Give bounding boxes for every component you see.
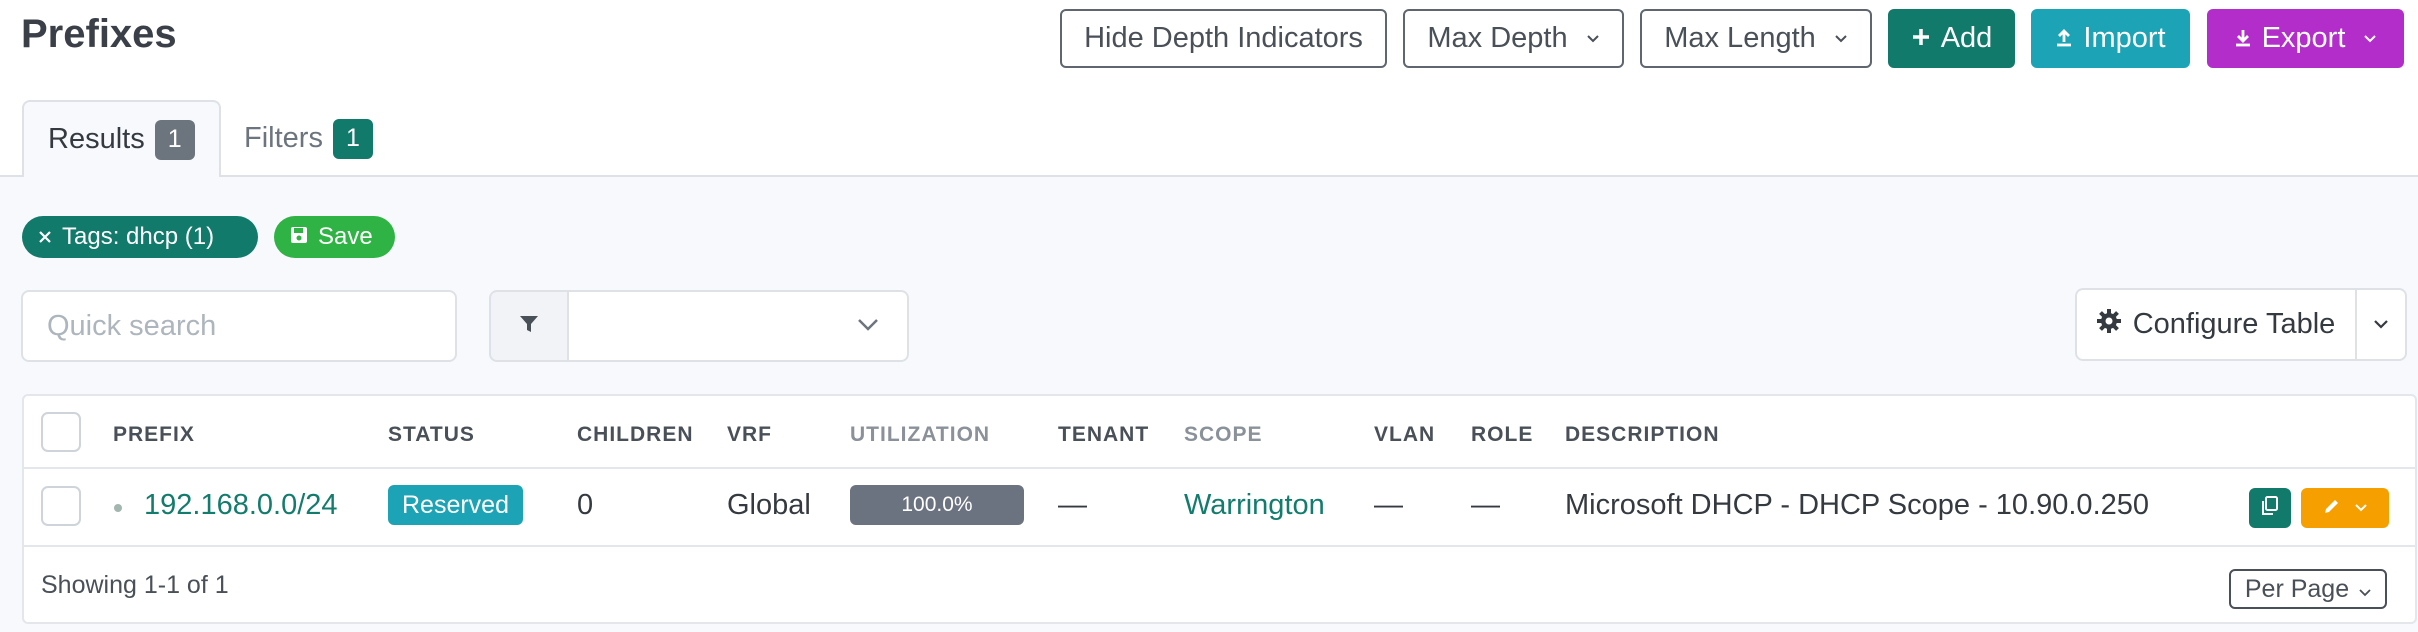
export-button[interactable]: Export xyxy=(2207,9,2404,68)
per-page-label: Per Page xyxy=(2244,574,2350,603)
row-select-checkbox[interactable] xyxy=(41,486,81,526)
column-header-scope: SCOPE xyxy=(1184,423,1263,446)
scope-link[interactable]: Warrington xyxy=(1184,489,1325,522)
status-badge: Reserved xyxy=(388,485,523,525)
column-header-role[interactable]: ROLE xyxy=(1471,423,1533,447)
tenant-value: — xyxy=(1058,489,1087,521)
pencil-icon xyxy=(2323,497,2341,520)
chevron-down-icon xyxy=(2359,575,2371,604)
column-header-utilization: UTILIZATION xyxy=(850,423,991,446)
role-value: — xyxy=(1471,489,1500,521)
utilization-value: 100.0% xyxy=(901,493,973,516)
table-row: 192.168.0.0/24 Reserved 0 Global 100.0% … xyxy=(24,469,2415,547)
chevron-down-icon xyxy=(1834,28,1848,49)
hide-depth-label: Hide Depth Indicators xyxy=(1084,22,1363,54)
select-all-checkbox[interactable] xyxy=(41,412,81,452)
max-length-dropdown[interactable]: Max Length xyxy=(1640,9,1872,68)
children-count: 0 xyxy=(577,489,594,521)
active-filter-tag-dhcp[interactable]: Tags: dhcp (1) xyxy=(22,216,258,258)
chevron-down-icon xyxy=(857,318,879,337)
save-label: Save xyxy=(318,223,373,250)
filters-count-badge: 1 xyxy=(332,118,373,159)
configure-table-button[interactable]: Configure Table xyxy=(2075,288,2357,361)
tab-filters[interactable]: Filters 1 xyxy=(220,100,397,177)
column-header-tenant[interactable]: TENANT xyxy=(1058,423,1149,447)
add-label: Add xyxy=(1940,22,1993,54)
configure-table-label: Configure Table xyxy=(2132,308,2336,340)
column-header-status[interactable]: STATUS xyxy=(388,423,475,447)
chevron-down-icon xyxy=(2373,316,2389,334)
prefix-link[interactable]: 192.168.0.0/24 xyxy=(144,489,338,522)
saved-filter-selector xyxy=(489,290,909,362)
filter-tag-label: Tags: dhcp (1) xyxy=(62,223,215,250)
depth-indicator-dot xyxy=(114,504,122,512)
column-header-vlan[interactable]: VLAN xyxy=(1374,423,1435,447)
prefixes-table: PREFIX STATUS CHILDREN VRF UTILIZATION T… xyxy=(22,394,2417,624)
description-value: Microsoft DHCP - DHCP Scope - 10.90.0.25… xyxy=(1565,489,2150,521)
edit-button[interactable] xyxy=(2301,488,2389,528)
export-label: Export xyxy=(2261,22,2346,54)
clone-button[interactable] xyxy=(2249,488,2291,528)
configure-table-dropdown-toggle[interactable] xyxy=(2357,288,2407,361)
tab-filters-label: Filters xyxy=(244,122,323,154)
table-footer: Showing 1-1 of 1 Per Page xyxy=(24,549,2415,624)
table-header-row: PREFIX STATUS CHILDREN VRF UTILIZATION T… xyxy=(24,396,2415,469)
max-depth-dropdown[interactable]: Max Depth xyxy=(1403,9,1624,68)
upload-icon xyxy=(2055,22,2073,55)
close-icon[interactable] xyxy=(38,223,52,251)
import-button[interactable]: Import xyxy=(2031,9,2190,68)
tab-results[interactable]: Results 1 xyxy=(22,100,221,179)
results-panel: Tags: dhcp (1) Save Quick search Configu… xyxy=(0,177,2418,632)
save-filter-button[interactable]: Save xyxy=(274,216,395,258)
configure-table-group: Configure Table xyxy=(2075,288,2407,361)
chevron-down-icon xyxy=(2355,499,2367,517)
plus-icon xyxy=(1911,22,1931,55)
per-page-dropdown[interactable]: Per Page xyxy=(2229,569,2387,609)
filter-funnel-icon xyxy=(518,313,540,340)
floppy-disk-icon xyxy=(290,223,308,251)
copy-icon xyxy=(2261,495,2279,521)
column-header-prefix[interactable]: PREFIX xyxy=(113,423,195,447)
gear-icon xyxy=(2096,308,2121,341)
quick-search-input[interactable] xyxy=(21,290,457,362)
column-header-description[interactable]: DESCRIPTION xyxy=(1565,423,1720,447)
vrf-value: Global xyxy=(727,489,811,521)
tab-results-label: Results xyxy=(48,123,145,155)
hide-depth-indicators-button[interactable]: Hide Depth Indicators xyxy=(1060,9,1387,68)
showing-count: Showing 1-1 of 1 xyxy=(41,571,229,599)
column-header-children[interactable]: CHILDREN xyxy=(577,423,694,447)
page-title: Prefixes xyxy=(21,12,177,56)
vlan-value: — xyxy=(1374,489,1403,521)
chevron-down-icon xyxy=(1586,28,1600,49)
import-label: Import xyxy=(2083,22,2166,54)
results-count-badge: 1 xyxy=(154,119,195,160)
results-filters-tabs: Results 1 Filters 1 xyxy=(0,100,2418,179)
add-button[interactable]: Add xyxy=(1888,9,2015,68)
filter-button[interactable] xyxy=(489,290,569,362)
column-header-vrf[interactable]: VRF xyxy=(727,423,772,447)
max-depth-label: Max Depth xyxy=(1427,22,1568,54)
utilization-bar: 100.0% xyxy=(850,485,1024,525)
saved-filter-dropdown[interactable] xyxy=(569,290,909,362)
download-icon xyxy=(2234,22,2252,55)
chevron-down-icon xyxy=(2363,28,2377,49)
max-length-label: Max Length xyxy=(1664,22,1816,54)
